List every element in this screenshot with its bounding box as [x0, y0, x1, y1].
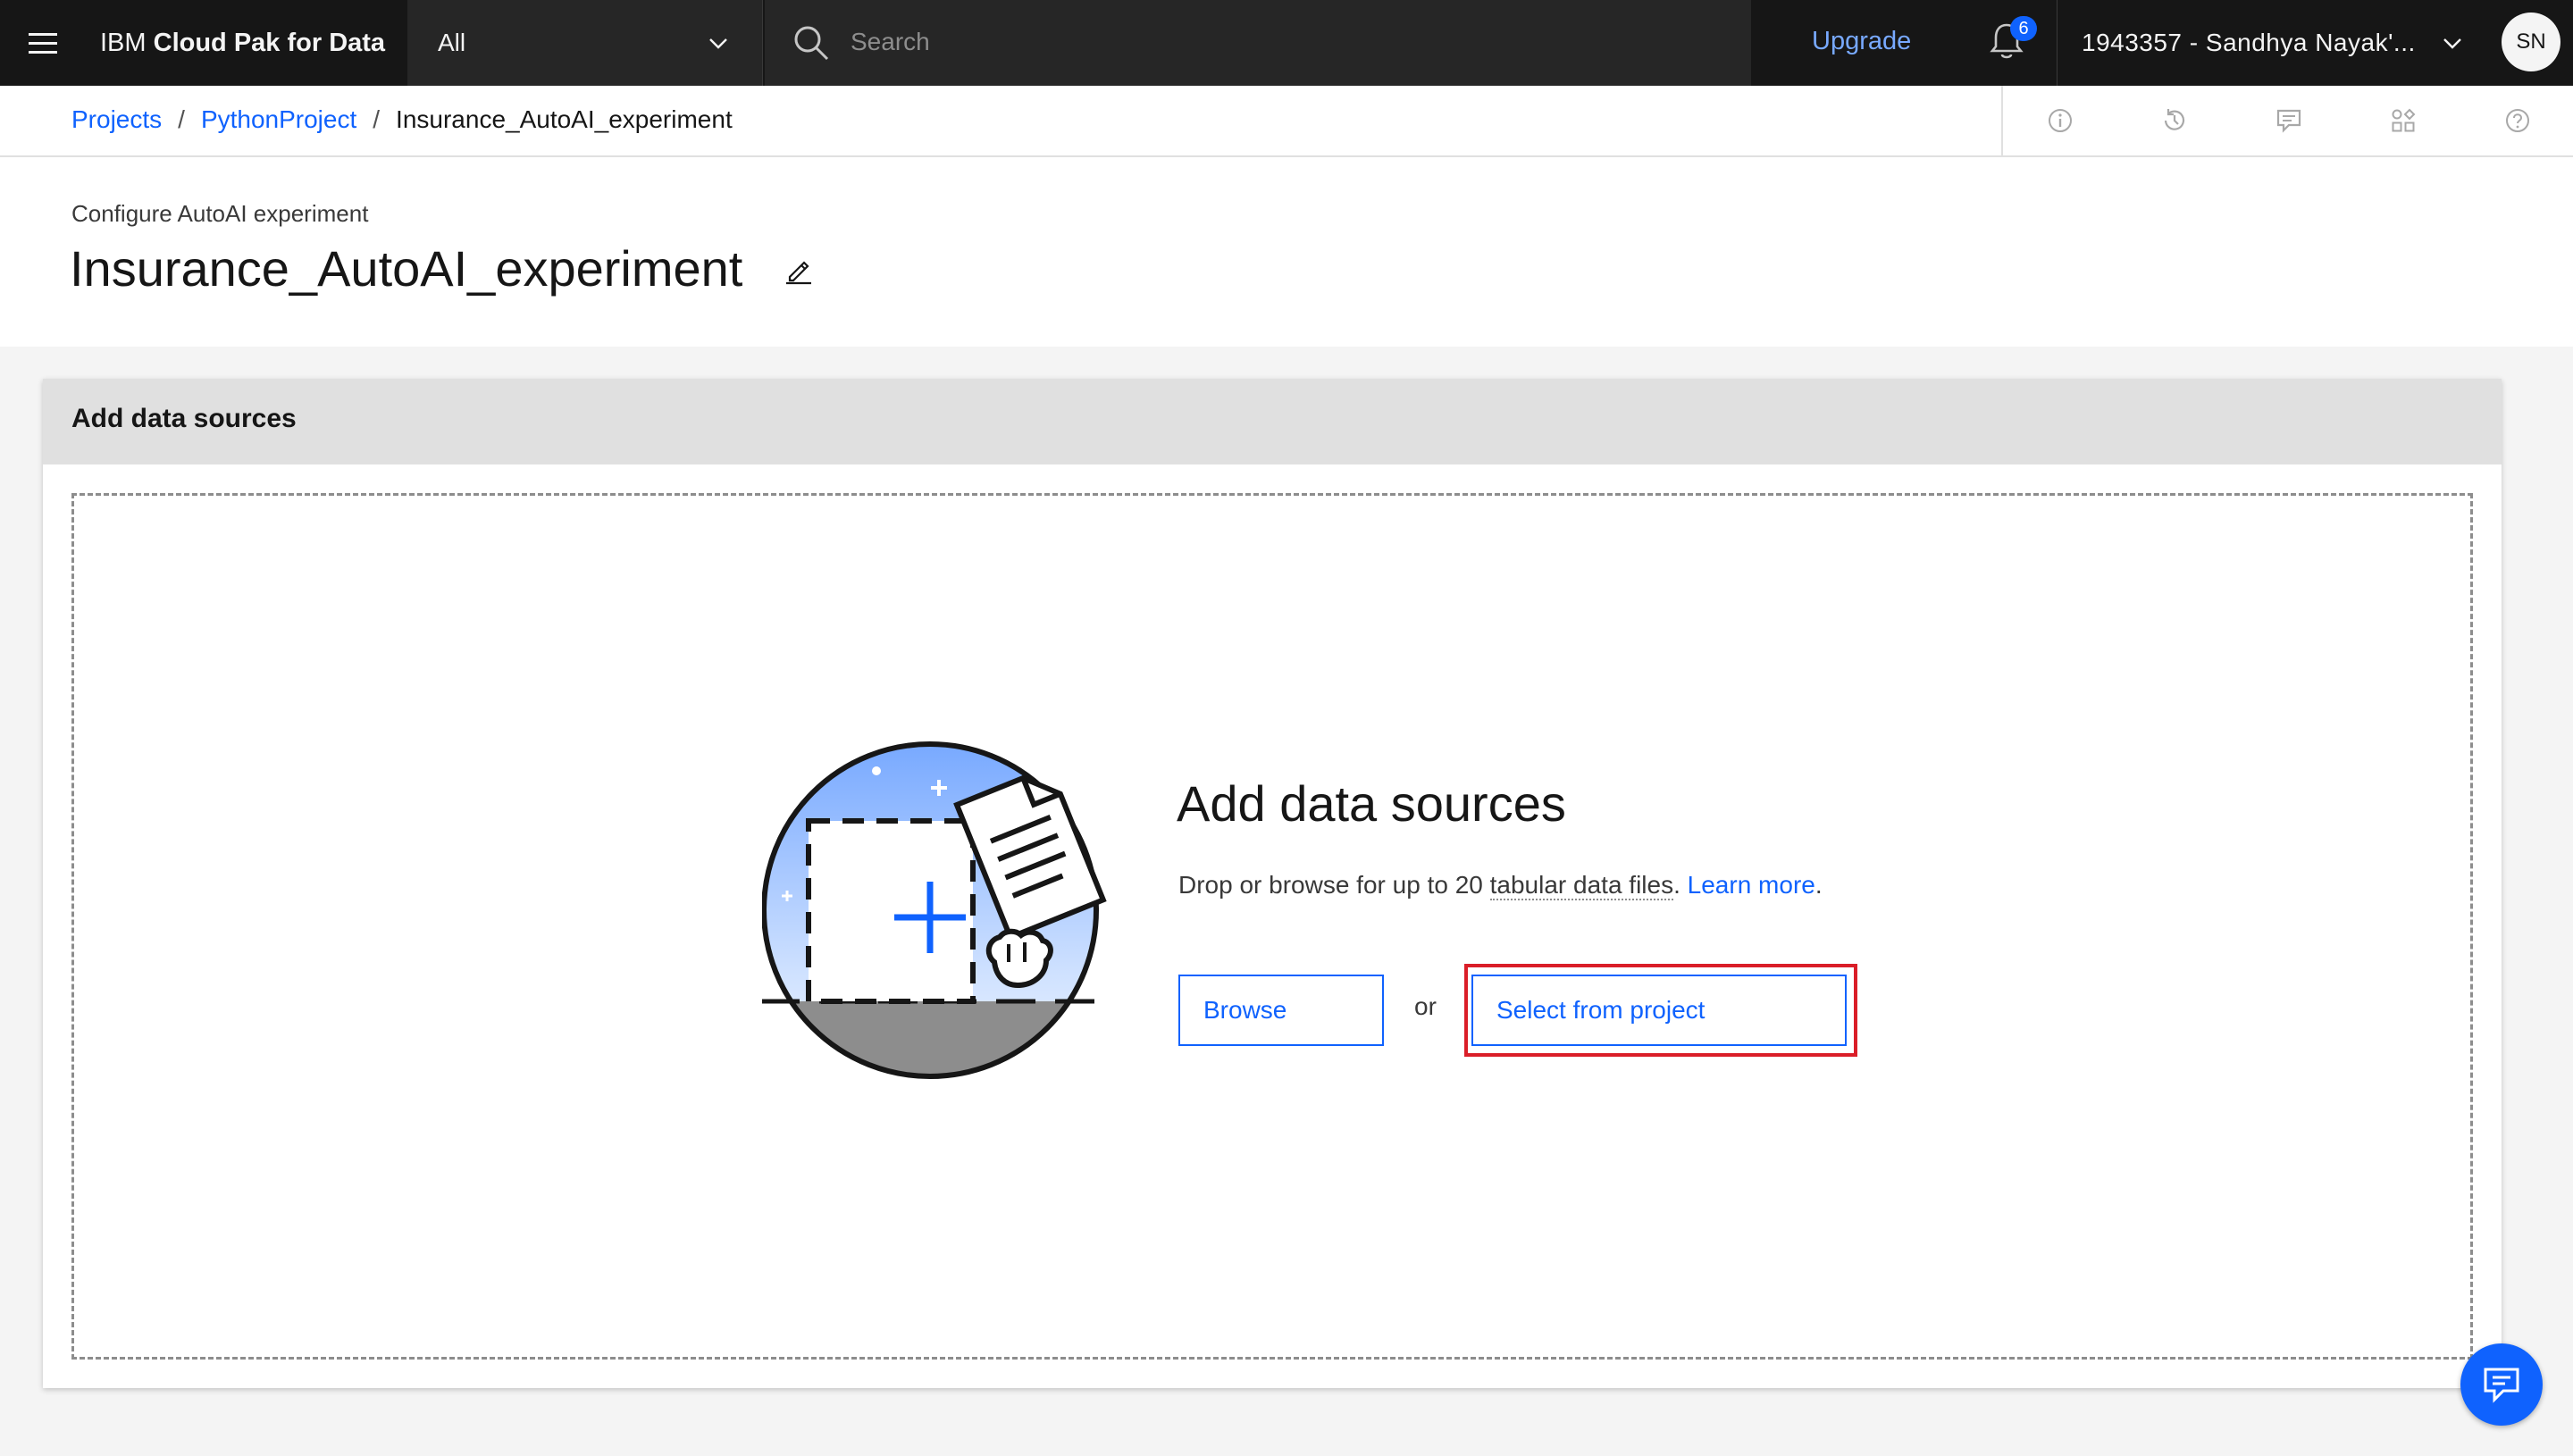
brand-name[interactable]: IBM Cloud Pak for Data [100, 0, 385, 86]
breadcrumb-current: Insurance_AutoAI_experiment [396, 105, 733, 133]
comment-icon [2276, 109, 2301, 133]
page-title: Insurance_AutoAI_experiment [70, 240, 743, 297]
help-button[interactable] [2460, 86, 2573, 155]
history-button[interactable] [2117, 86, 2232, 155]
menu-icon[interactable] [21, 21, 64, 64]
edit-icon[interactable] [783, 254, 815, 286]
file-dropzone[interactable]: Add data sources Drop or browse for up t… [71, 493, 2473, 1360]
page-header: Configure AutoAI experiment Insurance_Au… [0, 157, 2573, 347]
chat-button[interactable] [2460, 1343, 2543, 1426]
upgrade-link[interactable]: Upgrade [1812, 0, 1911, 86]
chevron-down-icon [2443, 38, 2461, 49]
breadcrumb-pythonproject[interactable]: PythonProject [201, 105, 356, 133]
breadcrumb-separator: / [178, 105, 185, 133]
add-data-illustration-icon [762, 741, 1107, 1079]
info-icon [2049, 109, 2072, 132]
search-bar [765, 0, 1751, 86]
breadcrumb: Projects / PythonProject / Insurance_AutoAI_… [71, 86, 733, 155]
comments-button[interactable] [2232, 86, 2346, 155]
page-subtitle: Configure AutoAI experiment [71, 200, 369, 227]
breadcrumb-projects[interactable]: Projects [71, 105, 162, 133]
breadcrumb-bar: Projects / PythonProject / Insurance_AutoAI_… [0, 86, 2573, 157]
tools-button[interactable] [2346, 86, 2460, 155]
chat-icon [2484, 1368, 2519, 1403]
breadcrumb-separator: / [373, 105, 381, 133]
card-heading: Add data sources [71, 404, 297, 433]
card-header: Add data sources [43, 379, 2502, 464]
learn-more-link[interactable]: Learn more [1688, 871, 1815, 899]
browse-button[interactable]: Browse [1178, 975, 1384, 1046]
select-from-project-button[interactable]: Select from project [1471, 975, 1847, 1046]
account-name: 1943357 - Sandhya Nayak'... [2082, 29, 2416, 56]
info-button[interactable] [2003, 86, 2117, 155]
toolbar-icons [2001, 86, 2573, 155]
notification-badge: 6 [2010, 16, 2037, 41]
top-header: IBM Cloud Pak for Data All Upgrade 6 194… [0, 0, 2573, 86]
scope-value: All [438, 29, 466, 56]
scope-dropdown[interactable]: All [407, 0, 763, 86]
avatar[interactable]: SN [2502, 13, 2560, 71]
data-sources-card: Add data sources Add data sources Drop o… [43, 379, 2502, 1388]
tabular-files-tooltip[interactable]: tabular data files [1489, 871, 1674, 900]
help-icon [2506, 109, 2529, 132]
or-label: or [1414, 992, 1437, 1020]
account-switcher[interactable]: 1943357 - Sandhya Nayak'... [2058, 0, 2487, 86]
notifications-button[interactable]: 6 [1987, 16, 2037, 66]
tools-icon [2392, 108, 2416, 132]
search-input[interactable] [851, 20, 1708, 64]
header-divider [2057, 0, 2058, 86]
chevron-down-icon [709, 38, 727, 49]
history-icon [2164, 109, 2185, 130]
dropzone-description: Drop or browse for up to 20 tabular data… [1178, 871, 1823, 900]
search-icon[interactable] [792, 23, 831, 63]
dropzone-title: Add data sources [1177, 775, 1566, 832]
